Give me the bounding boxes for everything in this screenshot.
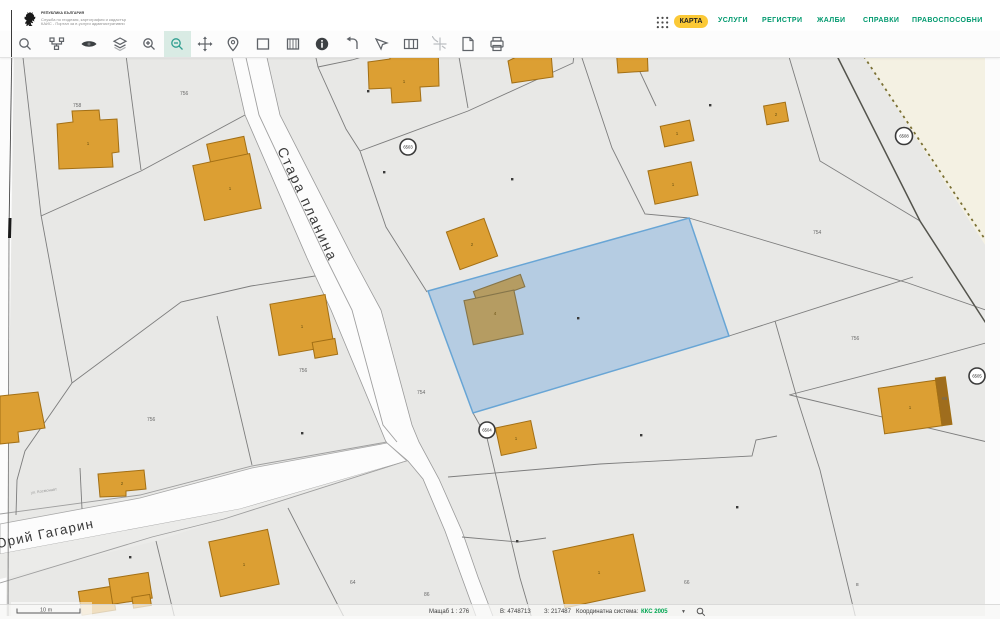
svg-text:758: 758 bbox=[73, 103, 82, 109]
svg-text:6505: 6505 bbox=[972, 374, 982, 379]
svg-text:756: 756 bbox=[180, 91, 189, 97]
svg-text:ев: ев bbox=[942, 396, 948, 402]
svg-text:86: 86 bbox=[424, 592, 430, 598]
svg-text:6508: 6508 bbox=[899, 134, 909, 139]
svg-text:в: в bbox=[856, 582, 859, 588]
svg-text:756: 756 bbox=[299, 368, 308, 374]
svg-text:6504: 6504 bbox=[482, 428, 492, 433]
svg-text:756: 756 bbox=[147, 417, 156, 423]
svg-text:756: 756 bbox=[851, 336, 860, 342]
svg-text:10 m: 10 m bbox=[40, 608, 53, 614]
svg-text:66: 66 bbox=[684, 580, 690, 586]
svg-text:754: 754 bbox=[417, 390, 426, 396]
svg-text:754: 754 bbox=[813, 230, 822, 236]
svg-text:6503: 6503 bbox=[403, 145, 413, 150]
svg-text:64: 64 bbox=[350, 580, 356, 586]
